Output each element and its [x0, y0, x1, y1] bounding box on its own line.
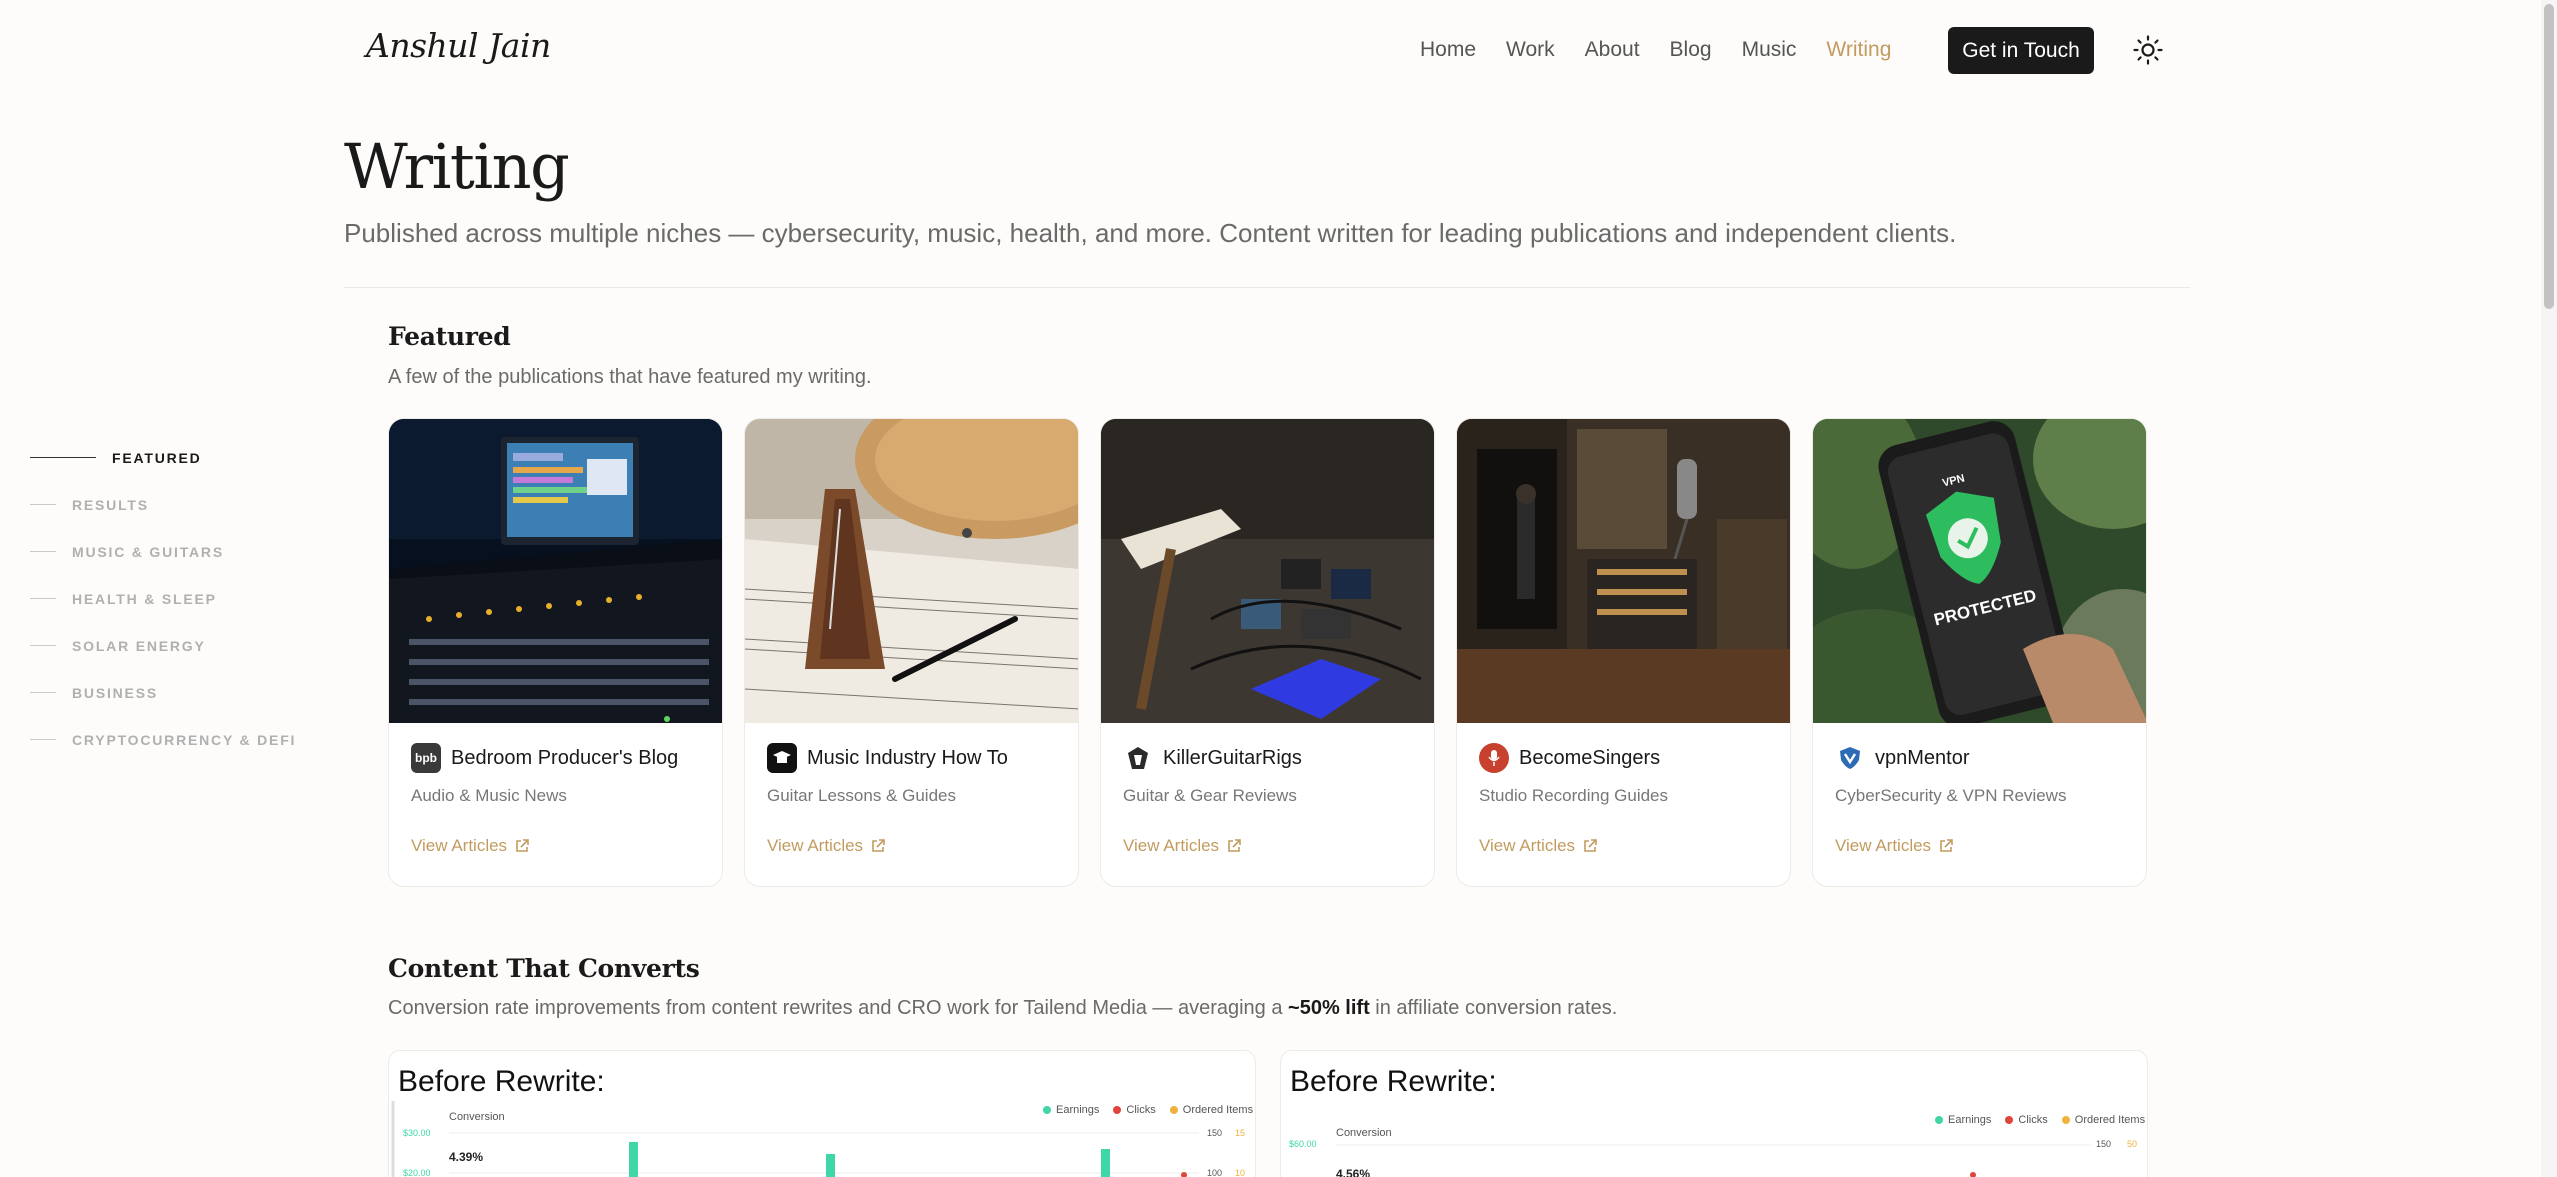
section-nav-results[interactable]: RESULTS	[30, 481, 296, 528]
view-articles-link[interactable]: View Articles	[1835, 836, 2124, 856]
nav-work[interactable]: Work	[1506, 38, 1555, 62]
nav-about[interactable]: About	[1585, 38, 1640, 62]
point	[1970, 1172, 1976, 1177]
publication-card[interactable]: VPN PROTECTED vpnMentor CyberSecurity & …	[1812, 418, 2147, 887]
publication-description: Studio Recording Guides	[1479, 786, 1669, 805]
chart-plot	[391, 1101, 1199, 1177]
sun-icon[interactable]	[2132, 34, 2164, 66]
microphone-logo-icon	[1479, 743, 1509, 773]
bar	[826, 1154, 835, 1177]
featured-cards: bpb Bedroom Producer's Blog Audio & Musi…	[388, 418, 2168, 887]
view-articles-link[interactable]: View Articles	[411, 836, 700, 856]
bar	[629, 1142, 638, 1177]
nav-writing[interactable]: Writing	[1826, 38, 1891, 62]
external-link-icon	[872, 839, 885, 852]
publication-name: BecomeSingers	[1519, 746, 1661, 769]
view-articles-label: View Articles	[1835, 836, 1932, 855]
page-title: Writing	[344, 130, 570, 203]
nav-music[interactable]: Music	[1742, 38, 1797, 62]
section-nav-label: HEALTH & SLEEP	[72, 590, 217, 607]
view-articles-link[interactable]: View Articles	[1479, 836, 1768, 856]
publication-card[interactable]: BecomeSingers Studio Recording Guides Vi…	[1456, 418, 1791, 887]
vpnmentor-logo-icon	[1835, 743, 1865, 773]
nav-line	[30, 692, 56, 693]
mih-logo-icon	[767, 743, 797, 773]
external-link-icon	[1228, 839, 1241, 852]
view-articles-link[interactable]: View Articles	[1123, 836, 1412, 856]
main-nav: Home Work About Blog Music Writing	[1420, 28, 1921, 72]
vpn-phone-image: VPN PROTECTED	[1813, 419, 2146, 723]
nav-blog[interactable]: Blog	[1670, 38, 1712, 62]
section-nav-label: FEATURED	[112, 449, 202, 466]
divider	[344, 287, 2190, 288]
kgr-logo-icon	[1123, 743, 1153, 773]
results-subtitle-post: in affiliate conversion rates.	[1369, 997, 1618, 1019]
guitar-pedals-image	[1101, 419, 1434, 723]
nav-home[interactable]: Home	[1420, 38, 1476, 62]
section-nav-business[interactable]: BUSINESS	[30, 669, 296, 716]
nav-line	[30, 739, 56, 740]
section-nav: FEATURED RESULTS MUSIC & GUITARS HEALTH …	[30, 434, 296, 763]
nav-line	[30, 598, 56, 599]
recording-studio-image	[1457, 419, 1790, 723]
section-nav-crypto-defi[interactable]: CRYPTOCURRENCY & DEFI	[30, 716, 296, 763]
before-rewrite-chart-2: Before Rewrite: Earnings Clicks Ordered …	[1280, 1050, 2148, 1177]
results-title: Content That Converts	[388, 954, 700, 983]
publication-description: CyberSecurity & VPN Reviews	[1835, 786, 2067, 805]
get-in-touch-button[interactable]: Get in Touch	[1948, 27, 2094, 74]
nav-line	[30, 645, 56, 646]
publication-card[interactable]: Music Industry How To Guitar Lessons & G…	[744, 418, 1079, 887]
view-articles-link[interactable]: View Articles	[767, 836, 1056, 856]
publication-description: Guitar Lessons & Guides	[767, 786, 956, 805]
view-articles-label: View Articles	[1123, 836, 1220, 855]
publication-name: KillerGuitarRigs	[1163, 746, 1302, 769]
section-nav-music-guitars[interactable]: MUSIC & GUITARS	[30, 528, 296, 575]
section-nav-health-sleep[interactable]: HEALTH & SLEEP	[30, 575, 296, 622]
section-nav-label: RESULTS	[72, 496, 149, 513]
results-subtitle-bold: ~50% lift	[1288, 997, 1370, 1019]
results-subtitle-pre: Conversion rate improvements from conten…	[388, 997, 1289, 1019]
bar	[1101, 1149, 1110, 1177]
publication-card[interactable]: bpb Bedroom Producer's Blog Audio & Musi…	[388, 418, 723, 887]
section-nav-label: BUSINESS	[72, 684, 158, 701]
site-header: Anshul Jain Home Work About Blog Music W…	[0, 0, 2557, 100]
publication-description: Guitar & Gear Reviews	[1123, 786, 1297, 805]
chart-plot	[1336, 1144, 2091, 1177]
section-nav-label: SOLAR ENERGY	[72, 637, 206, 654]
scrollbar-thumb[interactable]	[2544, 4, 2554, 309]
section-nav-solar-energy[interactable]: SOLAR ENERGY	[30, 622, 296, 669]
featured-title: Featured	[388, 322, 511, 351]
publication-description: Audio & Music News	[411, 786, 567, 805]
nav-line	[30, 504, 56, 505]
section-nav-label: MUSIC & GUITARS	[72, 543, 224, 560]
view-articles-label: View Articles	[767, 836, 864, 855]
nav-line	[30, 457, 96, 458]
view-articles-label: View Articles	[411, 836, 508, 855]
publication-name: Music Industry How To	[807, 746, 1008, 769]
publication-name: vpnMentor	[1875, 746, 1970, 769]
section-nav-label: CRYPTOCURRENCY & DEFI	[72, 731, 297, 748]
view-articles-label: View Articles	[1479, 836, 1576, 855]
mixing-console-image	[389, 419, 722, 723]
site-logo[interactable]: Anshul Jain	[366, 26, 551, 65]
publication-card[interactable]: KillerGuitarRigs Guitar & Gear Reviews V…	[1100, 418, 1435, 887]
external-link-icon	[1940, 839, 1953, 852]
page-scrollbar[interactable]	[2541, 0, 2557, 1177]
before-rewrite-chart-1: Before Rewrite: Earnings Clicks Ordered …	[388, 1050, 1256, 1177]
results-subtitle: Conversion rate improvements from conten…	[388, 997, 1617, 1020]
featured-subtitle: A few of the publications that have feat…	[388, 366, 872, 388]
metronome-guitar-image	[745, 419, 1078, 723]
external-link-icon	[516, 839, 529, 852]
bpb-logo-icon: bpb	[411, 743, 441, 773]
publication-name: Bedroom Producer's Blog	[451, 746, 679, 769]
section-nav-featured[interactable]: FEATURED	[30, 434, 296, 481]
nav-line	[30, 551, 56, 552]
external-link-icon	[1584, 839, 1597, 852]
page-subtitle: Published across multiple niches — cyber…	[344, 218, 1957, 248]
